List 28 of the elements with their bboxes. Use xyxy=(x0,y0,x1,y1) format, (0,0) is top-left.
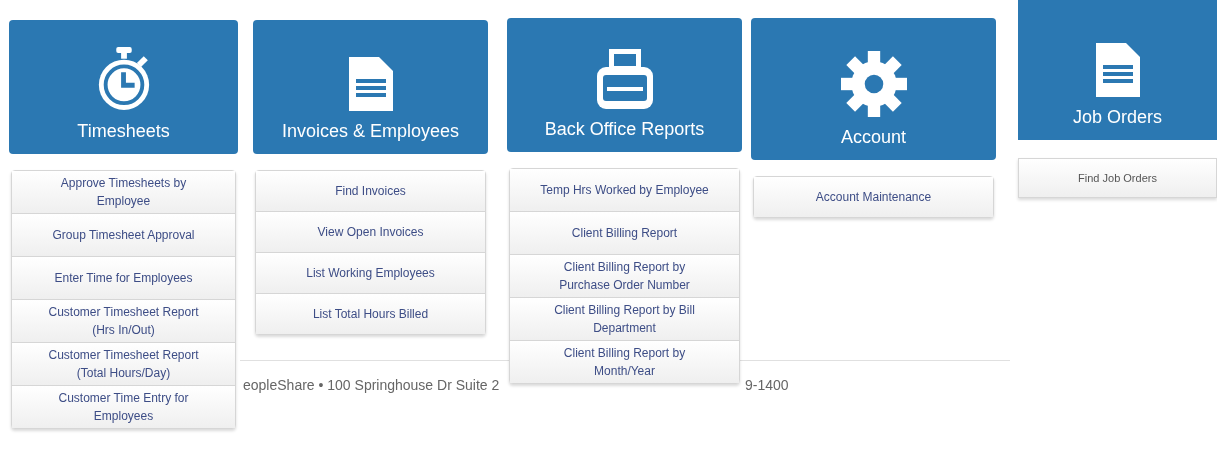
menu-item[interactable]: Enter Time for Employees xyxy=(12,256,235,299)
footer-text: 9-1400 xyxy=(745,377,789,393)
settings-icon xyxy=(840,51,907,117)
footer-text: eopleShare • 100 Springhouse Dr Suite 2 xyxy=(243,377,500,393)
menu-tile[interactable]: Invoices & Employees xyxy=(253,20,488,154)
menu-item[interactable]: Account Maintenance xyxy=(754,177,993,217)
menu-item[interactable]: Client Billing Report by Purchase Order Number xyxy=(510,254,739,297)
menu-item[interactable]: List Working Employees xyxy=(256,252,485,293)
menu-item[interactable]: View Open Invoices xyxy=(256,211,485,252)
menu-item[interactable]: Customer Timesheet Report (Hrs In/Out) xyxy=(12,299,235,342)
menu-tile[interactable]: Job Orders xyxy=(1018,0,1217,140)
menu-item[interactable]: Customer Timesheet Report (Total Hours/Day) xyxy=(12,342,235,385)
menu-item[interactable]: Client Billing Report by Month/Year xyxy=(510,340,739,383)
menu-tile[interactable]: Timesheets xyxy=(9,20,238,154)
menu-tile[interactable]: Account xyxy=(751,18,996,160)
menu-item[interactable]: Client Billing Report by Bill Department xyxy=(510,297,739,340)
menu-item[interactable]: Temp Hrs Worked by Employee xyxy=(510,169,739,211)
menu-item[interactable]: Approve Timesheets by Employee xyxy=(12,171,235,213)
menu-item[interactable]: Customer Time Entry for Employees xyxy=(12,385,235,428)
menu-item[interactable]: Group Timesheet Approval xyxy=(12,213,235,256)
menu-item[interactable]: Find Invoices xyxy=(256,171,485,211)
menu-item[interactable]: Find Job Orders xyxy=(1019,159,1216,197)
printer-icon xyxy=(596,49,653,109)
menu-tile[interactable]: Back Office Reports xyxy=(507,18,742,152)
menu-item[interactable]: Client Billing Report xyxy=(510,211,739,254)
document-icon xyxy=(1095,43,1140,97)
document-icon xyxy=(348,57,393,111)
menu-item[interactable]: List Total Hours Billed xyxy=(256,293,485,334)
